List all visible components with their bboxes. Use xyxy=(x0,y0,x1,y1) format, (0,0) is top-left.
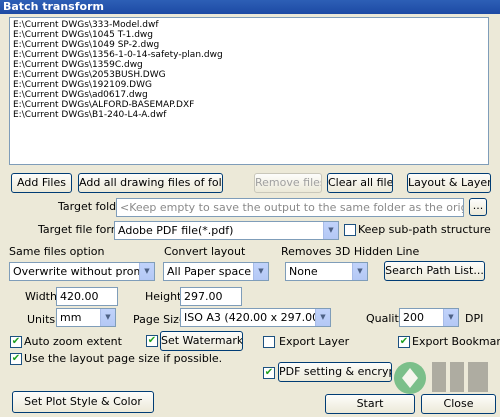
list-item[interactable]: E:\Current DWGs\2053BUSH.DWG xyxy=(13,70,485,80)
add-files-button[interactable]: Add Files xyxy=(11,173,72,193)
use-layout-page-size-checkbox[interactable]: ✔ xyxy=(10,353,22,365)
list-item[interactable]: E:\Current DWGs\ad0617.dwg xyxy=(13,90,485,100)
removes-3d-hidden-line-select[interactable]: None ▼ xyxy=(285,262,368,281)
browse-folder-button[interactable]: ... xyxy=(469,198,487,216)
set-plot-style-color-button[interactable]: Set Plot Style & Color xyxy=(12,391,154,413)
list-item[interactable]: E:\Current DWGs\1356-1-0-14-safety-plan.… xyxy=(13,50,485,60)
chevron-down-icon[interactable]: ▼ xyxy=(352,263,367,280)
file-list[interactable]: E:\Current DWGs\333-Model.dwf E:\Current… xyxy=(9,17,489,165)
chevron-down-icon[interactable]: ▼ xyxy=(315,309,330,326)
pdf-setting-encrypt-button[interactable]: PDF setting & encrypt... xyxy=(278,362,392,382)
units-value: mm xyxy=(60,311,82,324)
list-item[interactable]: E:\Current DWGs\1045 T-1.dwg xyxy=(13,30,485,40)
height-input[interactable]: 297.00 xyxy=(180,287,242,306)
convert-layout-select[interactable]: All Paper space ▼ xyxy=(163,262,269,281)
quality-select[interactable]: 200 ▼ xyxy=(399,308,459,327)
same-files-option-select[interactable]: Overwrite without prompt ▼ xyxy=(9,262,155,281)
list-item[interactable]: E:\Current DWGs\ALFORD-BASEMAP.DXF xyxy=(13,100,485,110)
export-bookmark-label: Export Bookmark xyxy=(412,335,500,348)
list-item[interactable]: E:\Current DWGs\333-Model.dwf xyxy=(13,20,485,30)
page-size-value: ISO A3 (420.00 x 297.00 MM) xyxy=(184,311,331,324)
list-item[interactable]: E:\Current DWGs\192109.DWG xyxy=(13,80,485,90)
watermark-checkbox[interactable]: ✔ xyxy=(146,335,158,347)
chevron-down-icon[interactable]: ▼ xyxy=(100,309,115,326)
chevron-down-icon[interactable]: ▼ xyxy=(253,263,268,280)
chevron-down-icon[interactable]: ▼ xyxy=(323,222,338,239)
export-layer-label: Export Layer xyxy=(279,335,350,348)
page-size-label: Page Size xyxy=(133,313,186,326)
window-title: Batch transform xyxy=(3,0,104,13)
search-path-list-button[interactable]: Search Path List... xyxy=(384,261,485,281)
removes-3d-hidden-line-label: Removes 3D Hidden Line xyxy=(281,245,420,258)
units-label: Units xyxy=(27,313,56,326)
target-folder-input[interactable]: <Keep empty to save the output to the sa… xyxy=(116,198,464,217)
remove-files-button[interactable]: Remove files xyxy=(254,173,322,193)
same-files-option-label: Same files option xyxy=(9,245,105,258)
same-files-option-value: Overwrite without prompt xyxy=(13,265,155,278)
keep-subpath-label: Keep sub-path structure xyxy=(358,223,491,236)
target-file-format-select[interactable]: Adobe PDF file(*.pdf) ▼ xyxy=(114,221,339,240)
clear-all-files-button[interactable]: Clear all files xyxy=(327,173,393,193)
pdf-setting-checkbox[interactable]: ✔ xyxy=(263,367,275,379)
width-label: Width xyxy=(25,290,57,303)
layout-layer-button[interactable]: Layout & Layer... xyxy=(407,173,491,193)
list-item[interactable]: E:\Current DWGs\1049 SP-2.dwg xyxy=(13,40,485,50)
list-item[interactable]: E:\Current DWGs\B1-240-L4-A.dwf xyxy=(13,110,485,120)
units-select[interactable]: mm ▼ xyxy=(56,308,116,327)
auto-zoom-checkbox[interactable]: ✔ xyxy=(10,336,22,348)
list-item[interactable]: E:\Current DWGs\1359C.dwg xyxy=(13,60,485,70)
add-all-drawing-files-button[interactable]: Add all drawing files of folder xyxy=(78,173,223,193)
export-layer-checkbox[interactable] xyxy=(263,336,275,348)
removes-3d-hidden-line-value: None xyxy=(289,265,318,278)
title-bar: Batch transform xyxy=(0,0,500,14)
page-size-select[interactable]: ISO A3 (420.00 x 297.00 MM) ▼ xyxy=(180,308,331,327)
site-logo-watermark xyxy=(394,362,488,394)
chevron-down-icon[interactable]: ▼ xyxy=(139,263,154,280)
set-watermark-button[interactable]: Set Watermark... xyxy=(160,331,243,351)
quality-unit: DPI xyxy=(465,312,484,325)
export-bookmark-checkbox[interactable]: ✔ xyxy=(398,336,410,348)
keep-subpath-checkbox[interactable] xyxy=(344,224,356,236)
convert-layout-label: Convert layout xyxy=(164,245,246,258)
width-input[interactable]: 420.00 xyxy=(56,287,118,306)
chevron-down-icon[interactable]: ▼ xyxy=(443,309,458,326)
convert-layout-value: All Paper space xyxy=(167,265,252,278)
auto-zoom-label: Auto zoom extent xyxy=(24,335,122,348)
target-file-format-value: Adobe PDF file(*.pdf) xyxy=(118,224,234,237)
use-layout-page-size-label: Use the layout page size if possible. xyxy=(24,352,223,365)
height-label: Height xyxy=(145,290,182,303)
quality-value: 200 xyxy=(403,311,424,324)
